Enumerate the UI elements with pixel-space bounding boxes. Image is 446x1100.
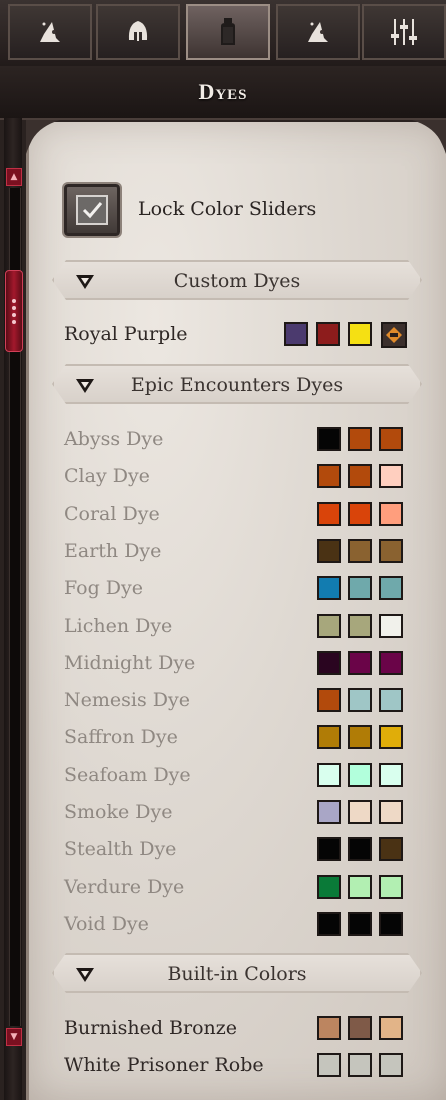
scrollbar-thumb[interactable] [5,270,23,352]
tab-helmet[interactable] [96,4,180,60]
color-swatch[interactable] [317,874,341,899]
lock-color-sliders-checkbox[interactable] [64,184,120,236]
color-swatch[interactable] [379,837,403,862]
wizard-hat-icon [308,22,328,42]
color-swatch[interactable] [379,538,403,563]
color-swatch[interactable] [379,576,403,601]
dye-row-label[interactable]: Clay Dye [64,465,150,487]
color-swatch[interactable] [348,911,372,936]
dye-bottle-icon [221,18,235,45]
color-swatch[interactable] [379,874,403,899]
color-swatch[interactable] [379,911,403,936]
dye-row-label[interactable]: Royal Purple [64,323,188,345]
color-swatch[interactable] [348,725,372,750]
dye-row-label[interactable]: Earth Dye [64,540,161,562]
section-custom-dyes[interactable]: Custom Dyes [52,260,422,300]
color-swatch[interactable] [379,613,403,638]
color-swatch[interactable] [379,688,403,713]
color-swatch[interactable] [317,725,341,750]
color-swatch[interactable] [284,322,308,346]
color-swatch[interactable] [317,911,341,936]
color-swatch[interactable] [379,800,403,824]
color-swatch[interactable] [379,650,403,675]
sliders-icon [391,19,417,45]
tab-wizard-hat-2[interactable] [276,4,360,60]
character-tab-bar [0,0,446,67]
tab-wizard-hat[interactable] [8,4,92,60]
panel-header: Dyes [0,66,446,120]
dye-row-label[interactable]: Coral Dye [64,503,160,525]
color-swatch[interactable] [348,538,372,563]
color-swatch[interactable] [317,501,341,526]
color-swatch[interactable] [317,1016,341,1040]
dye-row-label[interactable]: White Prisoner Robe [64,1054,264,1076]
color-swatch[interactable] [348,464,372,489]
color-swatch[interactable] [379,464,403,489]
helmet-icon [128,21,148,41]
dye-row-label[interactable]: Fog Dye [64,577,143,599]
color-swatch[interactable] [348,688,372,713]
edit-dye-button[interactable] [381,322,407,348]
color-swatch[interactable] [379,427,403,451]
color-swatch[interactable] [379,1016,403,1040]
color-swatch[interactable] [317,837,341,862]
color-swatch[interactable] [317,464,341,489]
dye-row-label[interactable]: Stealth Dye [64,838,176,860]
dye-row-label[interactable]: Saffron Dye [64,726,178,748]
color-swatch[interactable] [379,762,403,787]
color-swatch[interactable] [317,1053,341,1078]
color-swatch[interactable] [348,650,372,675]
tab-settings[interactable] [362,4,446,60]
color-swatch[interactable] [317,613,341,638]
gear-icon [386,327,402,343]
corner-ornament-icon [26,120,60,154]
color-swatch[interactable] [348,613,372,638]
wizard-hat-icon [40,22,60,42]
section-built-in-colors[interactable]: Built-in Colors [52,953,422,993]
corner-ornament-icon [412,120,446,154]
dye-row-label[interactable]: Lichen Dye [64,615,172,637]
dye-row-label[interactable]: Nemesis Dye [64,689,190,711]
checkmark-icon [76,195,108,225]
color-swatch[interactable] [348,427,372,451]
dye-row-label[interactable]: Smoke Dye [64,801,172,823]
page-title: Dyes [198,79,248,104]
dye-row-label[interactable]: Abyss Dye [64,428,163,450]
dye-row-label[interactable]: Midnight Dye [64,652,195,674]
section-epic-encounters-dyes[interactable]: Epic Encounters Dyes [52,364,422,404]
color-swatch[interactable] [379,725,403,750]
color-swatch[interactable] [316,322,340,346]
color-swatch[interactable] [317,576,341,601]
color-swatch[interactable] [348,576,372,601]
color-swatch[interactable] [317,688,341,713]
scroll-up-button[interactable]: ▲ [6,168,22,186]
color-swatch[interactable] [348,501,372,526]
color-swatch[interactable] [348,322,372,346]
dye-row-label[interactable]: Seafoam Dye [64,764,191,786]
dye-row-label[interactable]: Burnished Bronze [64,1017,237,1039]
color-swatch[interactable] [317,800,341,824]
tab-dyes[interactable] [186,4,270,60]
color-swatch[interactable] [317,762,341,787]
color-swatch[interactable] [379,501,403,526]
color-swatch[interactable] [348,874,372,899]
color-swatch[interactable] [317,538,341,563]
section-title: Custom Dyes [173,270,301,292]
color-swatch[interactable] [379,1053,403,1078]
dye-row-label[interactable]: Verdure Dye [64,876,184,898]
color-swatch[interactable] [348,1016,372,1040]
section-title: Built-in Colors [167,963,307,985]
color-swatch[interactable] [317,427,341,451]
section-title: Epic Encounters Dyes [130,374,344,396]
lock-color-sliders-label: Lock Color Sliders [138,198,317,220]
scroll-down-button[interactable]: ▼ [6,1028,22,1046]
color-swatch[interactable] [348,762,372,787]
dye-row-label[interactable]: Void Dye [64,913,149,935]
color-swatch[interactable] [317,650,341,675]
color-swatch[interactable] [348,1053,372,1078]
color-swatch[interactable] [348,800,372,824]
color-swatch[interactable] [348,837,372,862]
